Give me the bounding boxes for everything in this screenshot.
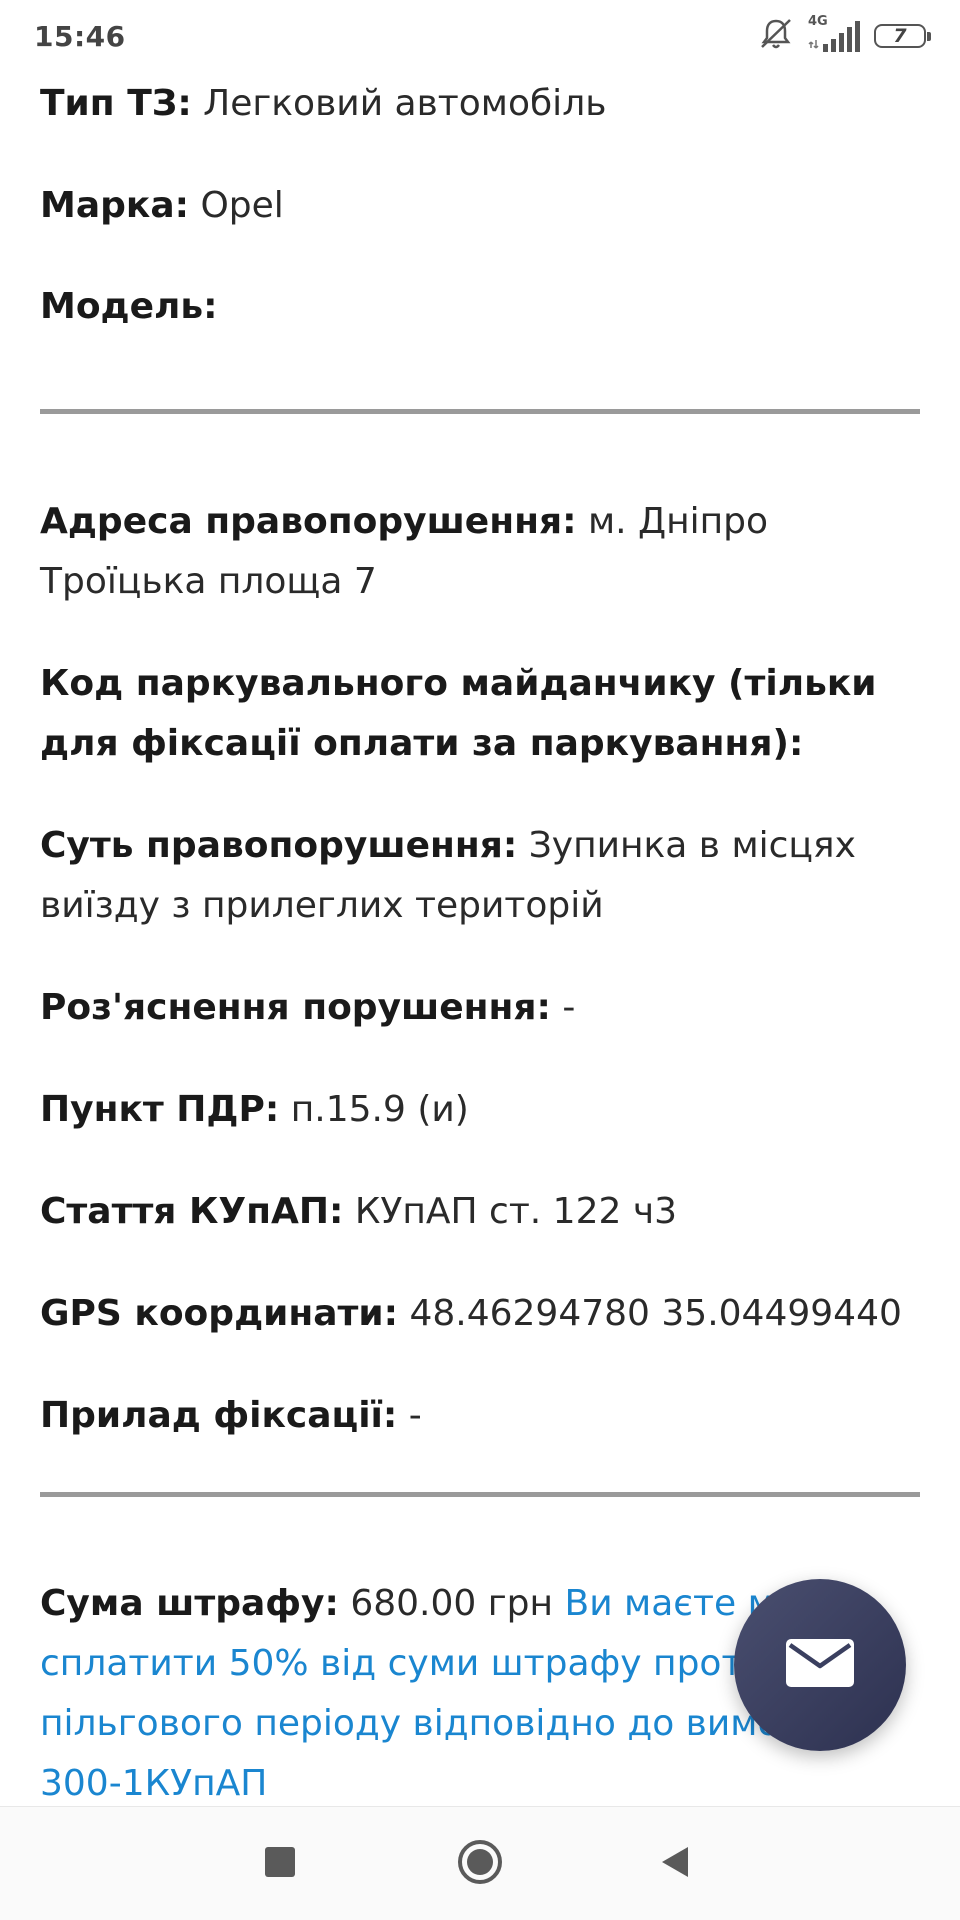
status-icons: 4G 7: [758, 14, 931, 56]
essence-field: Суть правопорушення: Зупинка в місцях ви…: [40, 816, 920, 936]
status-bar: 15:46 4G 7: [0, 0, 960, 74]
screen: 15:46 4G 7 Тип ТЗ: Легковий автомобіль М…: [0, 0, 960, 1920]
mute-icon: [758, 16, 794, 56]
model-label: Модель:: [40, 286, 218, 327]
essence-label: Суть правопорушення:: [40, 825, 518, 866]
pdr-label: Пункт ПДР:: [40, 1089, 280, 1130]
recents-button[interactable]: [220, 1807, 340, 1920]
pdr-field: Пункт ПДР: п.15.9 (и): [40, 1080, 920, 1140]
divider: [40, 1492, 920, 1497]
explanation-field: Роз'яснення порушення: -: [40, 978, 920, 1038]
system-nav-bar: [0, 1806, 960, 1920]
divider: [40, 409, 920, 414]
fine-amount: 680.00 грн: [350, 1583, 554, 1624]
model-field: Модель:: [40, 277, 920, 337]
parking-code-label: Код паркувального майданчику (тільки для…: [40, 663, 877, 764]
device-label: Прилад фіксації:: [40, 1395, 398, 1436]
battery-level: 7: [893, 24, 907, 47]
signal-icon: 4G: [808, 14, 860, 54]
mail-icon: [786, 1639, 854, 1691]
back-button[interactable]: [615, 1807, 735, 1920]
explanation-label: Роз'яснення порушення:: [40, 987, 551, 1028]
home-circle-icon: [457, 1839, 503, 1889]
kupap-value: КУпАП ст. 122 ч3: [354, 1191, 678, 1232]
discount-link-line3[interactable]: пільгового періоду відповідно до вимог: [40, 1703, 798, 1744]
pdr-value: п.15.9 (и): [290, 1089, 469, 1130]
explanation-value: -: [562, 987, 576, 1028]
vehicle-type-value: Легковий автомобіль: [203, 83, 607, 124]
vehicle-type-field: Тип ТЗ: Легковий автомобіль: [40, 74, 920, 134]
vehicle-type-label: Тип ТЗ:: [40, 83, 192, 124]
gps-value: 48.46294780 35.04499440: [409, 1293, 902, 1334]
discount-link-line2[interactable]: сплатити 50% від суми штрафу протяг: [40, 1643, 783, 1684]
kupap-label: Стаття КУпАП:: [40, 1191, 344, 1232]
kupap-field: Стаття КУпАП: КУпАП ст. 122 ч3: [40, 1182, 920, 1242]
battery-icon: 7: [874, 24, 931, 48]
gps-label: GPS координати:: [40, 1293, 399, 1334]
recents-square-icon: [265, 1847, 295, 1881]
home-button[interactable]: [420, 1807, 540, 1920]
status-time: 15:46: [34, 20, 126, 53]
message-fab-button[interactable]: [734, 1579, 906, 1751]
fine-label: Сума штрафу:: [40, 1583, 339, 1624]
back-triangle-icon: [660, 1845, 690, 1883]
device-field: Прилад фіксації: -: [40, 1386, 920, 1446]
address-field: Адреса правопорушення: м. Дніпро Троїцьк…: [40, 492, 920, 612]
gps-field: GPS координати: 48.46294780 35.04499440: [40, 1284, 920, 1344]
device-value: -: [408, 1395, 422, 1436]
brand-field: Марка: Opel: [40, 176, 920, 236]
parking-code-field: Код паркувального майданчику (тільки для…: [40, 654, 920, 774]
address-label: Адреса правопорушення:: [40, 501, 577, 542]
brand-value: Opel: [200, 185, 284, 226]
discount-link-line4[interactable]: 300-1КУпАП: [40, 1763, 267, 1804]
brand-label: Марка:: [40, 185, 190, 226]
